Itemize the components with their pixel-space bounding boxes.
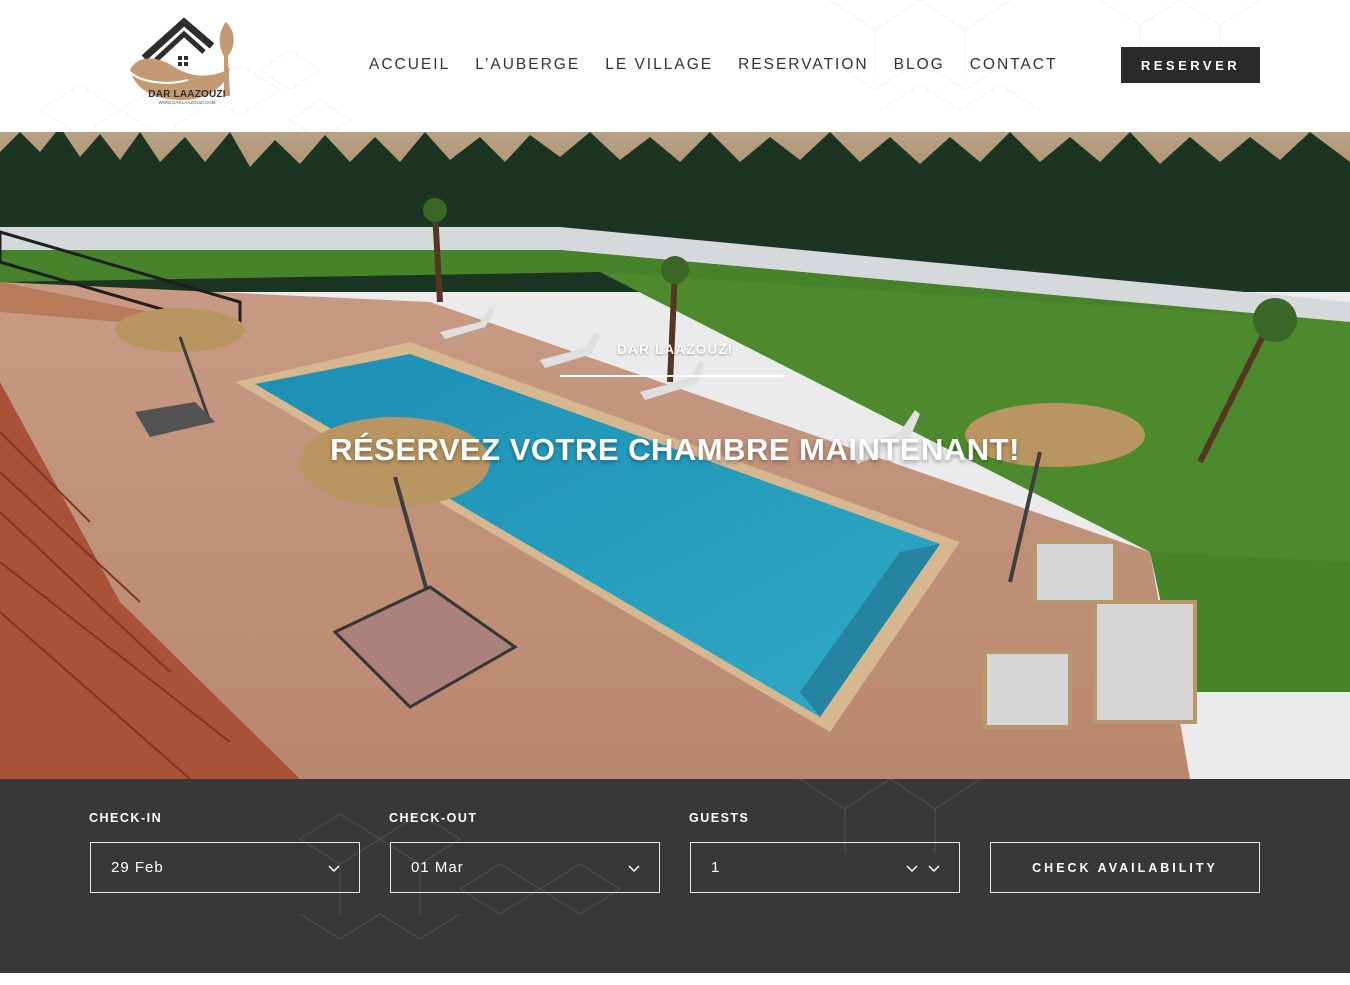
nav-item-contact[interactable]: CONTACT (970, 56, 1058, 74)
check-availability-button[interactable]: CHECK AVAILABILITY (990, 842, 1260, 893)
hero-kicker-underline (560, 375, 785, 377)
nav-item-auberge[interactable]: L’AUBERGE (475, 56, 580, 74)
page-bottom-strip (0, 973, 1350, 985)
chevron-down-icon (328, 865, 340, 873)
nav-item-village[interactable]: LE VILLAGE (605, 56, 713, 74)
checkin-value: 29 Feb (111, 859, 164, 876)
booking-bar: CHECK-IN 29 Feb CHECK-OUT 01 Mar GUESTS … (0, 779, 1350, 973)
checkout-label: CHECK-OUT (389, 811, 478, 825)
hero-kicker: DAR LAAZOUZI (617, 342, 733, 357)
hero-title: RÉSERVEZ VOTRE CHAMBRE MAINTENANT! (330, 432, 1020, 467)
checkin-select[interactable]: 29 Feb (90, 842, 360, 893)
guests-value: 1 (711, 859, 721, 876)
nav-item-accueil[interactable]: ACCUEIL (369, 56, 450, 74)
logo-wordmark: DAR LAAZOUZI (148, 89, 226, 100)
checkout-select[interactable]: 01 Mar (390, 842, 660, 893)
hero-section: DAR LAAZOUZI RÉSERVEZ VOTRE CHAMBRE MAIN… (0, 132, 1350, 779)
nav-item-blog[interactable]: BLOG (894, 56, 945, 74)
chevron-down-icon (628, 865, 640, 873)
nav-item-reservation[interactable]: RESERVATION (738, 56, 869, 74)
guests-select[interactable]: 1 (690, 842, 960, 893)
chevron-down-icon (906, 865, 918, 873)
checkout-value: 01 Mar (411, 859, 464, 876)
site-header: DAR LAAZOUZI WWW.DARLAAZOUZI.COM ACCUEIL… (0, 0, 1350, 132)
chevron-down-icon (928, 865, 940, 873)
guests-label: GUESTS (689, 811, 750, 825)
checkin-label: CHECK-IN (89, 811, 163, 825)
reserver-button[interactable]: RESERVER (1121, 47, 1260, 83)
main-nav: ACCUEIL L’AUBERGE LE VILLAGE RESERVATION… (369, 56, 1057, 74)
logo-website: WWW.DARLAAZOUZI.COM (158, 100, 216, 105)
